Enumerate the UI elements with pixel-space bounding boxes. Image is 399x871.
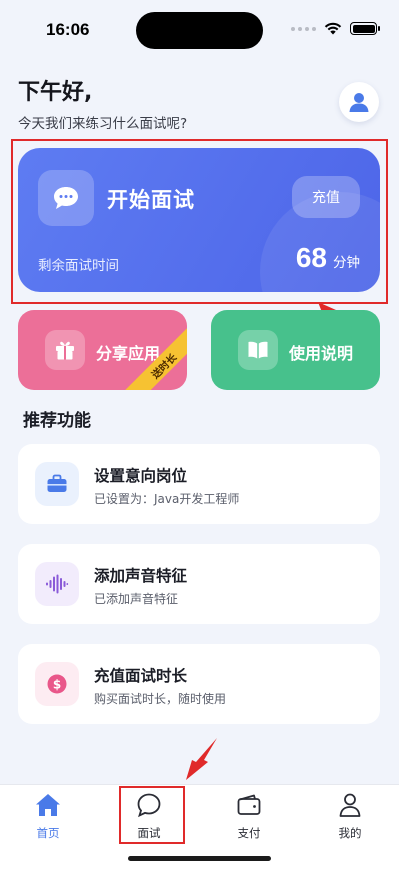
wallet-icon — [237, 794, 261, 815]
battery-icon — [350, 22, 380, 35]
tab-label: 首页 — [36, 826, 60, 840]
person-icon — [339, 793, 361, 817]
gift-icon — [56, 341, 74, 360]
chat-bubble-icon — [54, 187, 78, 209]
status-bar: 16:06 — [0, 0, 399, 62]
remaining-minutes: 68 分钟 — [296, 242, 360, 274]
guide-icon-box — [238, 330, 278, 370]
greeting-title: 下午好, — [18, 80, 93, 105]
annotation-arrow-tab — [186, 738, 217, 780]
feature-recharge-time[interactable]: $ 充值面试时长 购买面试时长，随时使用 — [18, 644, 380, 724]
user-guide-card[interactable]: 使用说明 — [211, 310, 380, 390]
hero-title: 开始面试 — [107, 188, 195, 212]
feature-voice-signature[interactable]: 添加声音特征 已添加声音特征 — [18, 544, 380, 624]
hero-icon-box — [38, 170, 94, 226]
chat-icon — [137, 793, 161, 818]
tab-payment[interactable]: 支付 — [199, 785, 299, 845]
feature-title: 充值面试时长 — [94, 667, 188, 685]
feature-title: 添加声音特征 — [94, 567, 188, 585]
user-icon — [349, 93, 369, 112]
status-indicators — [291, 22, 380, 35]
feature-subtitle: 购买面试时长，随时使用 — [94, 692, 227, 706]
home-indicator — [128, 856, 271, 861]
feature-subtitle: 已设置为：Java开发工程师 — [94, 492, 240, 506]
feature-icon-box — [35, 462, 79, 506]
share-icon-box — [45, 330, 85, 370]
avatar-button[interactable] — [339, 82, 379, 122]
minutes-unit: 分钟 — [333, 255, 360, 271]
feature-subtitle: 已添加声音特征 — [94, 592, 179, 606]
dollar-icon: $ — [47, 674, 67, 694]
tab-interview[interactable]: 面试 — [99, 785, 199, 845]
feature-icon-box — [35, 562, 79, 606]
tab-label: 我的 — [338, 826, 362, 840]
status-time: 16:06 — [46, 20, 90, 39]
feature-icon-box: $ — [35, 662, 79, 706]
tab-home[interactable]: 首页 — [0, 785, 98, 845]
dynamic-island — [136, 12, 263, 49]
tab-label: 支付 — [237, 826, 261, 840]
feature-target-position[interactable]: 设置意向岗位 已设置为：Java开发工程师 — [18, 444, 380, 524]
minutes-value: 68 — [295, 242, 327, 273]
home-icon — [36, 794, 60, 816]
share-app-label: 分享应用 — [96, 344, 161, 363]
tab-label: 面试 — [137, 826, 161, 840]
briefcase-icon — [47, 474, 67, 492]
user-guide-label: 使用说明 — [289, 344, 354, 363]
start-interview-card[interactable]: 开始面试 充值 剩余面试时间 68 分钟 — [18, 148, 380, 292]
tab-profile[interactable]: 我的 — [300, 785, 399, 845]
share-app-card[interactable]: 分享应用 送时长 — [18, 310, 187, 390]
svg-text:$: $ — [53, 678, 61, 692]
greeting: 下午好, 今天我们来练习什么面试呢? — [18, 74, 187, 132]
recharge-button[interactable]: 充值 — [292, 176, 360, 218]
feature-title: 设置意向岗位 — [94, 467, 188, 485]
book-icon — [248, 341, 268, 359]
wifi-icon — [324, 22, 342, 35]
signal-icon — [291, 26, 316, 31]
remaining-time-label: 剩余面试时间 — [38, 258, 119, 274]
recommended-title: 推荐功能 — [23, 411, 91, 431]
greeting-subtitle: 今天我们来练习什么面试呢? — [18, 116, 188, 132]
waveform-icon — [46, 574, 69, 594]
